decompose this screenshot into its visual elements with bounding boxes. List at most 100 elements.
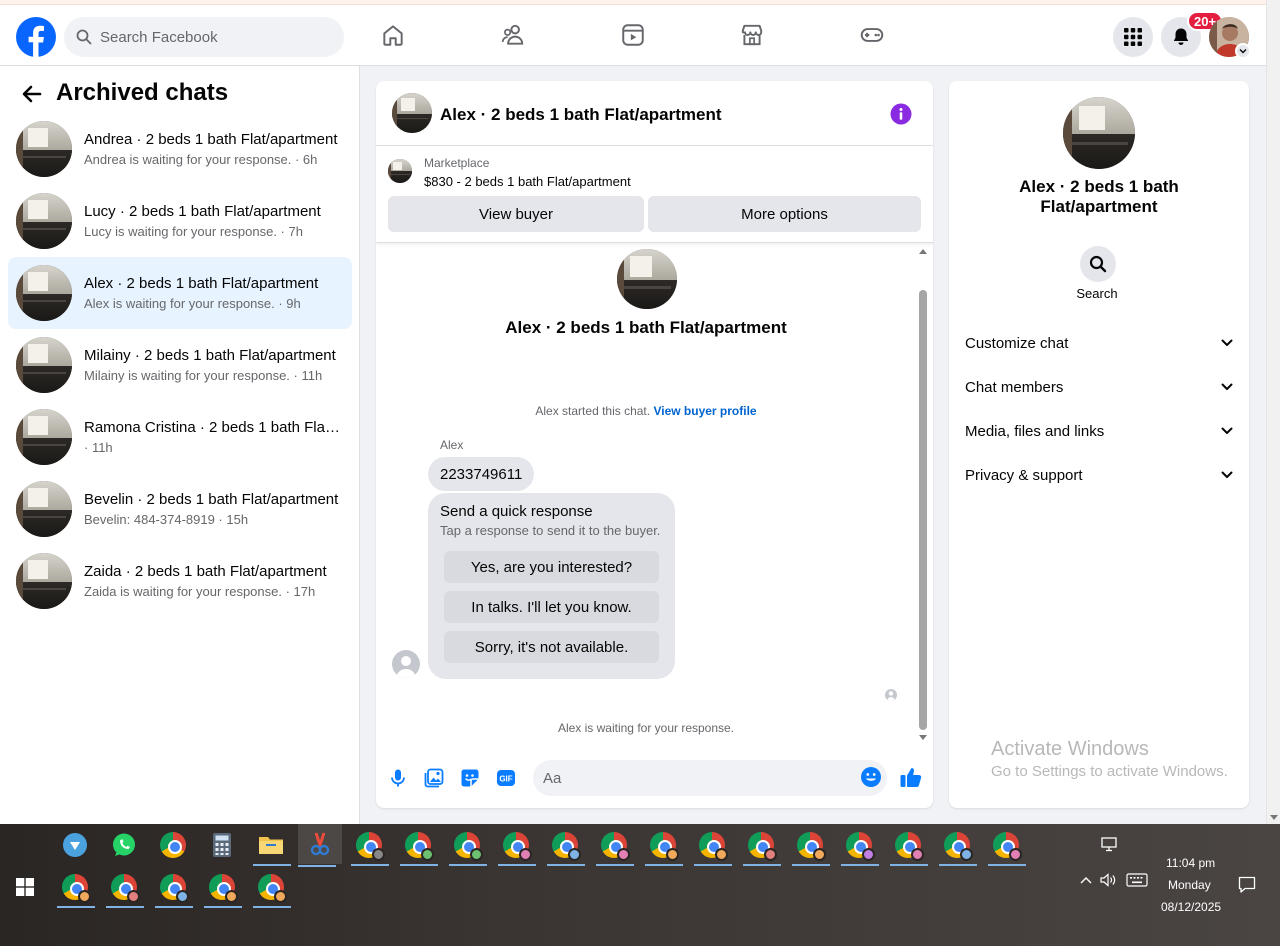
message-bubble[interactable]: 2233749611 bbox=[428, 457, 535, 491]
chrome-profile-taskbar-icon[interactable] bbox=[351, 827, 389, 866]
chrome-profile-taskbar-icon[interactable] bbox=[743, 827, 781, 866]
back-arrow-icon[interactable] bbox=[20, 82, 44, 106]
view-buyer-button[interactable]: View buyer bbox=[388, 196, 644, 232]
chevron-up-icon[interactable] bbox=[1076, 870, 1096, 890]
account-menu-chevron-icon[interactable] bbox=[1235, 43, 1251, 59]
chat-list-item[interactable]: Milainy · 2 beds 1 bath Flat/apartment Mi… bbox=[8, 329, 352, 401]
chrome-profile-taskbar-icon[interactable] bbox=[547, 827, 585, 866]
snipping-tool-taskbar-icon[interactable] bbox=[298, 824, 342, 867]
page-title: Archived chats bbox=[56, 79, 229, 106]
quick-response-button[interactable]: Yes, are you interested? bbox=[444, 551, 659, 583]
clock-time[interactable]: 11:04 pm bbox=[1166, 856, 1215, 870]
chrome-profile-taskbar-icon[interactable] bbox=[57, 869, 95, 908]
message-composer: GIF bbox=[376, 756, 933, 800]
menu-grid-button[interactable] bbox=[1113, 17, 1153, 57]
whatsapp-taskbar-icon[interactable] bbox=[106, 827, 142, 863]
chrome-profile-taskbar-icon[interactable] bbox=[645, 827, 683, 866]
scrollbar-thumb[interactable] bbox=[919, 290, 927, 730]
chrome-profile-taskbar-icon[interactable] bbox=[253, 869, 291, 908]
media-files-links-section[interactable]: Media, files and links bbox=[957, 409, 1241, 453]
chrome-profile-taskbar-icon[interactable] bbox=[694, 827, 732, 866]
chat-list-item[interactable]: Andrea · 2 beds 1 bath Flat/apartment And… bbox=[8, 113, 352, 185]
chat-list-item[interactable]: Bevelin · 2 beds 1 bath Flat/apartment Be… bbox=[8, 473, 352, 545]
view-buyer-profile-link[interactable]: View buyer profile bbox=[653, 404, 756, 418]
chat-list-item[interactable]: Zaida · 2 beds 1 bath Flat/apartment Zaid… bbox=[8, 545, 352, 617]
google-taskbar-icon[interactable] bbox=[155, 827, 191, 863]
info-icon[interactable] bbox=[890, 103, 912, 125]
page-scrollbar[interactable] bbox=[1266, 0, 1280, 824]
clock-date[interactable]: 08/12/2025 bbox=[1161, 900, 1221, 914]
watch-icon[interactable] bbox=[616, 18, 650, 52]
thread-name: Alex · 2 beds 1 bath Flat/apartment bbox=[505, 318, 787, 337]
chat-list-item-active[interactable]: Alex · 2 beds 1 bath Flat/apartment Alex … bbox=[8, 257, 352, 329]
search-input[interactable] bbox=[100, 28, 320, 46]
gaming-icon[interactable] bbox=[855, 18, 889, 52]
listing-thumbnail bbox=[16, 265, 72, 321]
chrome-profile-taskbar-icon[interactable] bbox=[498, 827, 536, 866]
listing-thumbnail[interactable] bbox=[392, 93, 432, 133]
clock-day[interactable]: Monday bbox=[1168, 878, 1211, 892]
section-label: Chat members bbox=[965, 378, 1064, 396]
sticker-icon[interactable] bbox=[458, 766, 482, 790]
marketplace-listing-bar: Marketplace $830 - 2 beds 1 bath Flat/ap… bbox=[376, 146, 933, 243]
keyboard-icon[interactable] bbox=[1125, 870, 1149, 890]
microphone-icon[interactable] bbox=[386, 766, 410, 790]
emoji-icon[interactable] bbox=[860, 766, 882, 788]
photo-icon[interactable] bbox=[422, 766, 446, 790]
quick-response-button[interactable]: In talks. I'll let you know. bbox=[444, 591, 659, 623]
chrome-profile-taskbar-icon[interactable] bbox=[988, 827, 1026, 866]
listing-thumbnail bbox=[16, 121, 72, 177]
message-input-box[interactable] bbox=[533, 760, 887, 796]
friends-icon[interactable] bbox=[496, 18, 530, 52]
chat-list-item[interactable]: Lucy · 2 beds 1 bath Flat/apartment Lucy … bbox=[8, 185, 352, 257]
more-options-button[interactable]: More options bbox=[648, 196, 921, 232]
chat-started-notice: Alex started this chat. View buyer profi… bbox=[376, 404, 916, 418]
scroll-down-arrow-icon[interactable] bbox=[1270, 815, 1278, 820]
chat-preview: · 11h bbox=[84, 439, 113, 455]
chrome-profile-taskbar-icon[interactable] bbox=[400, 827, 438, 866]
listing-title[interactable]: $830 - 2 beds 1 bath Flat/apartment bbox=[424, 174, 631, 189]
chrome-profile-taskbar-icon[interactable] bbox=[204, 869, 242, 908]
chrome-profile-taskbar-icon[interactable] bbox=[449, 827, 487, 866]
chrome-profile-taskbar-icon[interactable] bbox=[792, 827, 830, 866]
marketplace-icon[interactable] bbox=[735, 18, 769, 52]
chrome-profile-taskbar-icon[interactable] bbox=[841, 827, 879, 866]
quick-response-button[interactable]: Sorry, it's not available. bbox=[444, 631, 659, 663]
chat-name: Lucy · 2 beds 1 bath Flat/apartment bbox=[84, 202, 321, 220]
home-icon[interactable] bbox=[376, 18, 410, 52]
chrome-profile-taskbar-icon[interactable] bbox=[106, 869, 144, 908]
svg-text:GIF: GIF bbox=[499, 775, 512, 784]
chrome-profile-taskbar-icon[interactable] bbox=[939, 827, 977, 866]
speaker-icon[interactable] bbox=[1099, 870, 1119, 890]
sender-name: Alex bbox=[440, 438, 464, 452]
search-bar[interactable] bbox=[64, 17, 344, 57]
chat-name: Ramona Cristina · 2 beds 1 bath Flat/apa… bbox=[84, 418, 344, 436]
customize-chat-section[interactable]: Customize chat bbox=[957, 321, 1241, 365]
chat-members-section[interactable]: Chat members bbox=[957, 365, 1241, 409]
gif-icon[interactable]: GIF bbox=[494, 766, 518, 790]
marketplace-label: Marketplace bbox=[424, 156, 490, 170]
scroll-down-arrow-icon[interactable] bbox=[919, 735, 927, 740]
calculator-taskbar-icon[interactable] bbox=[204, 827, 240, 863]
privacy-support-section[interactable]: Privacy & support bbox=[957, 453, 1241, 497]
chrome-profile-taskbar-icon[interactable] bbox=[596, 827, 634, 866]
network-status-icon[interactable] bbox=[1092, 827, 1128, 863]
message-input[interactable] bbox=[543, 769, 843, 787]
app-store-taskbar-icon[interactable] bbox=[57, 827, 93, 863]
conversation-title[interactable]: Alex · 2 beds 1 bath Flat/apartment bbox=[440, 105, 722, 125]
scroll-up-arrow-icon[interactable] bbox=[919, 249, 927, 254]
conversation-header: Alex · 2 beds 1 bath Flat/apartment bbox=[376, 81, 933, 146]
search-in-chat-button[interactable] bbox=[1080, 246, 1116, 282]
notification-center-icon[interactable] bbox=[1236, 874, 1258, 896]
like-thumbs-up-icon[interactable] bbox=[899, 765, 923, 789]
message-thread[interactable]: Alex · 2 beds 1 bath Flat/apartment Alex… bbox=[376, 244, 916, 744]
thread-scrollbar[interactable] bbox=[916, 244, 930, 744]
windows-start-icon[interactable] bbox=[16, 878, 34, 896]
chat-list-item[interactable]: Ramona Cristina · 2 beds 1 bath Flat/apa… bbox=[8, 401, 352, 473]
file-explorer-taskbar-icon[interactable] bbox=[253, 827, 291, 866]
grid-icon bbox=[1124, 28, 1142, 46]
quick-response-title: Send a quick response bbox=[440, 503, 593, 520]
chrome-profile-taskbar-icon[interactable] bbox=[155, 869, 193, 908]
facebook-logo-icon[interactable] bbox=[16, 17, 56, 57]
chrome-profile-taskbar-icon[interactable] bbox=[890, 827, 928, 866]
